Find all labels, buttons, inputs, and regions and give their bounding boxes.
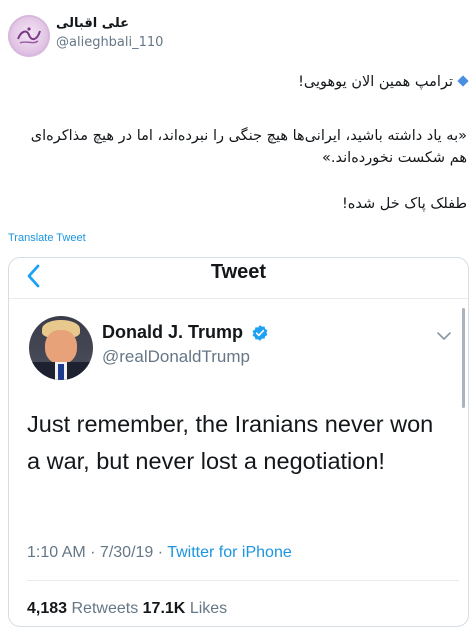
divider xyxy=(27,580,459,581)
translate-tweet-link[interactable]: Translate Tweet xyxy=(8,232,86,244)
tweet-line-2: «به یاد داشته باشید، ایرانی‌ها هیچ جنگی … xyxy=(30,128,467,166)
blue-diamond-icon xyxy=(457,75,469,87)
embedded-timestamp: 1:10 AM · 7/30/19 · Twitter for iPhone xyxy=(27,544,292,562)
calligraphy-logo-icon xyxy=(17,27,41,44)
embedded-tweet-screenshot: Tweet Donald J. Trump @realDonaldTrump J… xyxy=(8,257,469,627)
display-name[interactable]: علی اقبالی xyxy=(56,16,129,31)
embedded-tweet-text: Just remember, the Iranians never won a … xyxy=(27,411,434,474)
embedded-stats: 4,183 Retweets 17.1K Likes xyxy=(27,600,227,618)
embedded-time: 1:10 AM · 7/30/19 · xyxy=(27,544,168,561)
embedded-source-link[interactable]: Twitter for iPhone xyxy=(167,544,292,561)
embedded-header: Tweet xyxy=(9,258,468,299)
scrollbar-thumb[interactable] xyxy=(462,308,465,408)
avatar[interactable] xyxy=(8,15,50,57)
chevron-down-icon[interactable] xyxy=(435,330,453,342)
verified-badge-icon xyxy=(252,325,268,341)
retweet-count[interactable]: 4,183 xyxy=(27,600,67,617)
embedded-header-title: Tweet xyxy=(210,261,267,283)
retweets-label[interactable]: Retweets xyxy=(72,600,139,617)
likes-label[interactable]: Likes xyxy=(190,600,227,617)
tweet-header: علی اقبالی @alieghbali_110 xyxy=(8,13,308,59)
tweet-line-3: طفلک پاک خل شده! xyxy=(341,196,467,212)
like-count[interactable]: 17.1K xyxy=(143,600,186,617)
embedded-author-handle[interactable]: @realDonaldTrump xyxy=(102,347,250,367)
tweet-line-1: ترامپ همین الان یوهویی! xyxy=(9,71,469,93)
tweet-line-1-text: ترامپ همین الان یوهویی! xyxy=(298,74,453,90)
user-handle[interactable]: @alieghbali_110 xyxy=(56,35,163,50)
embedded-avatar[interactable] xyxy=(29,316,93,380)
embedded-author-name[interactable]: Donald J. Trump xyxy=(102,322,243,343)
